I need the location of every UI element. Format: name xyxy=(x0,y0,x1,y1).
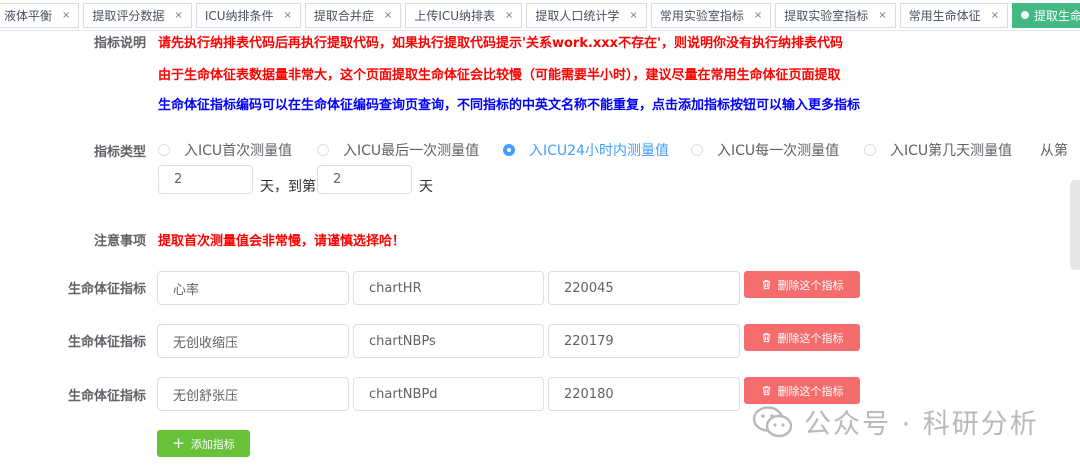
vital-code-input[interactable]: 220179 xyxy=(548,324,740,358)
from-day-text: 从第 xyxy=(1040,143,1068,159)
day-to-input[interactable]: 2 xyxy=(317,165,412,194)
tab-extract-lab[interactable]: 提取实验室指标 × xyxy=(775,2,896,28)
radio-label: 入ICU首次测量值 xyxy=(184,143,293,159)
active-dot-icon xyxy=(1021,11,1030,19)
radio-first-measurement[interactable]: 入ICU首次测量值 xyxy=(158,140,292,160)
radio-label: 入ICU第几天测量值 xyxy=(890,143,1013,159)
notes-text: 提取首次测量值会非常慢，请谨慎选择哈！ xyxy=(158,234,406,249)
instruction-line-2: 由于生命体征表数据量非常大，这个页面提取生命体征会比较慢（可能需要半小时），建议… xyxy=(158,68,841,83)
close-icon[interactable]: × xyxy=(384,10,392,21)
add-label: 添加指标 xyxy=(190,437,235,451)
instruction-line-3: 生命体征指标编码可以在生命体征编码查询页查询，不同指标的中英文名称不能重复，点击… xyxy=(158,98,861,113)
day-to-text: 天，到第 xyxy=(260,179,316,195)
close-icon[interactable]: × xyxy=(505,10,513,21)
watermark: 公众号 · 科研分析 xyxy=(752,402,1039,441)
instruction-line-1: 请先执行纳排表代码后再执行提取代码，如果执行提取代码提示'关系work.xxx不… xyxy=(158,36,844,51)
close-icon[interactable]: × xyxy=(754,10,762,21)
delete-label: 删除这个指标 xyxy=(777,331,844,345)
vital-sign-label: 生命体征指标 xyxy=(67,335,146,350)
tab-label: 液体平衡 xyxy=(4,8,53,23)
radio-label: 入ICU最后一次测量值 xyxy=(343,143,480,159)
tab-upload-icu-table[interactable]: 上传ICU纳排表 × xyxy=(405,2,523,28)
tab-label: ICU纳排条件 xyxy=(204,8,274,23)
tab-label: 常用实验室指标 xyxy=(659,8,744,23)
radio-label: 入ICU24小时内测量值 xyxy=(529,143,669,159)
wechat-icon xyxy=(752,405,793,437)
vital-cn-name-input[interactable]: 心率 xyxy=(157,271,349,305)
radio-last-measurement[interactable]: 入ICU最后一次测量值 xyxy=(317,140,479,160)
day-suffix-text: 天 xyxy=(419,179,433,195)
close-icon[interactable]: × xyxy=(629,10,637,21)
tab-label: 常用生命体征 xyxy=(908,8,981,23)
vital-code-input[interactable]: 220045 xyxy=(548,271,740,305)
tab-label: 提取评分数据 xyxy=(92,8,165,23)
radio-circle xyxy=(317,144,329,156)
vital-en-name-input[interactable]: chartNBPs xyxy=(353,324,544,358)
tab-bar: 液体平衡 × 提取评分数据 × ICU纳排条件 × 提取合并症 × 上传ICU纳排表 × … xyxy=(0,0,1080,31)
radio-circle xyxy=(864,144,876,156)
close-icon[interactable]: × xyxy=(62,10,70,21)
radio-every-measurement[interactable]: 入ICU每一次测量值 xyxy=(691,140,839,160)
close-icon[interactable]: × xyxy=(284,10,292,21)
tab-label: 上传ICU纳排表 xyxy=(414,8,496,23)
notes-label: 注意事项 xyxy=(93,234,146,249)
add-indicator-button[interactable]: + 添加指标 xyxy=(157,430,250,457)
trash-icon xyxy=(762,333,770,343)
delete-label: 删除这个指标 xyxy=(777,384,844,398)
indicator-type-label: 指标类型 xyxy=(93,145,146,160)
watermark-text: 公众号 · 科研分析 xyxy=(804,409,1039,440)
vital-en-name-input[interactable]: chartNBPd xyxy=(353,377,544,411)
close-icon[interactable]: × xyxy=(991,10,999,21)
vital-sign-label: 生命体征指标 xyxy=(67,282,146,297)
vital-sign-label: 生命体征指标 xyxy=(67,389,146,404)
tab-extract-vitals[interactable]: 提取生命体征 xyxy=(1012,2,1080,28)
tab-common-vitals[interactable]: 常用生命体征 × xyxy=(899,2,1009,28)
vital-cn-name-input[interactable]: 无创收缩压 xyxy=(157,324,349,358)
radio-circle xyxy=(503,144,515,156)
tab-label: 提取实验室指标 xyxy=(784,8,869,23)
vital-cn-name-input[interactable]: 无创舒张压 xyxy=(157,377,349,411)
delete-indicator-button[interactable]: 删除这个指标 xyxy=(744,271,860,298)
instructions-label: 指标说明 xyxy=(93,36,146,51)
vital-code-input[interactable]: 220180 xyxy=(548,377,740,411)
delete-indicator-button[interactable]: 删除这个指标 xyxy=(744,324,860,351)
tab-label: 提取生命体征 xyxy=(1034,8,1080,23)
plus-icon: + xyxy=(172,434,185,452)
radio-24h-measurement[interactable]: 入ICU24小时内测量值 xyxy=(503,140,669,160)
tab-extract-comorbidities[interactable]: 提取合并症 × xyxy=(304,2,402,28)
trash-icon xyxy=(762,386,770,396)
tab-icu-criteria[interactable]: ICU纳排条件 × xyxy=(195,2,301,28)
tab-common-lab[interactable]: 常用实验室指标 × xyxy=(650,2,772,28)
radio-circle xyxy=(158,144,170,156)
tab-extract-scores[interactable]: 提取评分数据 × xyxy=(83,2,192,28)
radio-nth-day-measurement[interactable]: 入ICU第几天测量值 xyxy=(864,140,1012,160)
radio-circle xyxy=(691,144,703,156)
tab-extract-demographics[interactable]: 提取人口统计学 × xyxy=(526,2,647,28)
day-from-input[interactable]: 2 xyxy=(158,165,253,194)
delete-label: 删除这个指标 xyxy=(777,278,844,292)
tab-label: 提取合并症 xyxy=(313,8,374,23)
trash-icon xyxy=(762,280,770,290)
tab-fluid-balance[interactable]: 液体平衡 × xyxy=(0,2,80,28)
radio-label: 入ICU每一次测量值 xyxy=(717,143,840,159)
close-icon[interactable]: × xyxy=(878,10,886,21)
tab-label: 提取人口统计学 xyxy=(535,8,620,23)
scrollbar[interactable] xyxy=(1070,180,1080,270)
delete-indicator-button[interactable]: 删除这个指标 xyxy=(744,377,860,404)
close-icon[interactable]: × xyxy=(174,10,182,21)
vital-en-name-input[interactable]: chartHR xyxy=(353,271,544,305)
